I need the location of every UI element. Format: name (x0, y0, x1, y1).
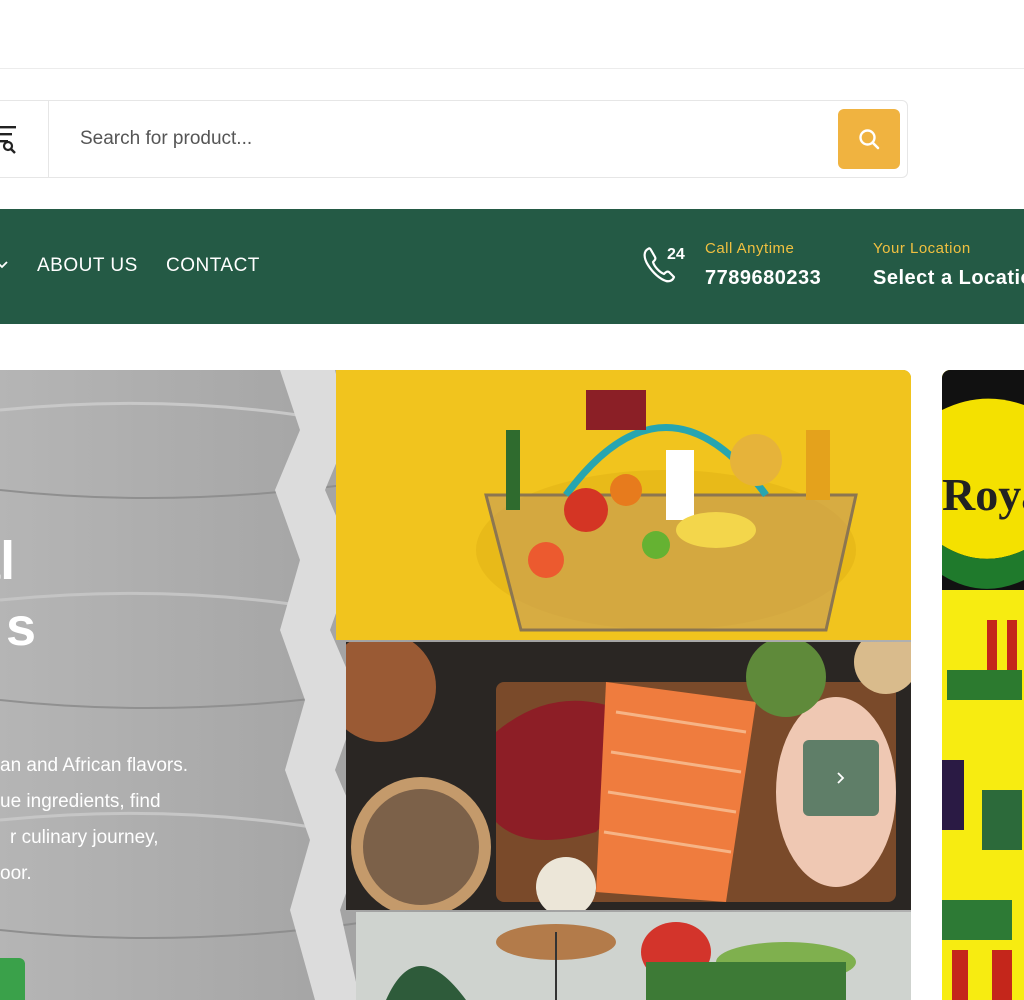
chevron-right-icon (837, 772, 845, 784)
hero-desc-line: oor. (0, 863, 32, 884)
search-button[interactable] (838, 109, 900, 169)
nav-about-us[interactable]: ABOUT US (37, 255, 138, 277)
filter-search-icon[interactable] (0, 122, 22, 156)
slider-next-button[interactable] (803, 740, 879, 816)
search-input[interactable] (80, 120, 780, 158)
grocery-basket-image (336, 370, 911, 640)
hero-banner: yal s an and African flavors. ue ingredi… (0, 370, 911, 1000)
nav-contact[interactable]: CONTACT (166, 255, 260, 277)
call-number[interactable]: 7789680233 (705, 267, 821, 290)
hero-title: yal s (0, 528, 36, 660)
top-header-strip (0, 0, 1024, 69)
chevron-down-icon[interactable] (0, 259, 8, 271)
side-banner-text: Roya (942, 469, 1024, 520)
search-icon (859, 129, 880, 150)
main-nav: ABOUT US CONTACT 24 Call Anytime 7789680… (0, 209, 1024, 324)
hero-desc-line: ue ingredients, find (0, 791, 161, 812)
hero-desc-line: r culinary journey, (10, 827, 159, 848)
search-row (0, 100, 908, 178)
search-divider (48, 100, 49, 178)
side-promo-banner[interactable]: Roya (942, 370, 1024, 1000)
hero-description: an and African flavors. ue ingredients, … (0, 748, 188, 892)
hero-desc-line: an and African flavors. (0, 755, 188, 776)
phone-badge: 24 (667, 246, 685, 263)
hero-shop-button[interactable] (0, 958, 25, 1000)
phone-24-icon: 24 (643, 246, 685, 283)
vegetables-image (356, 912, 911, 1000)
hero-title-line: yal (0, 531, 16, 591)
hero-title-line: s (6, 597, 37, 657)
location-label: Your Location (873, 240, 971, 257)
location-select[interactable]: Select a Locatio (873, 267, 1024, 290)
call-anytime-label: Call Anytime (705, 240, 795, 257)
